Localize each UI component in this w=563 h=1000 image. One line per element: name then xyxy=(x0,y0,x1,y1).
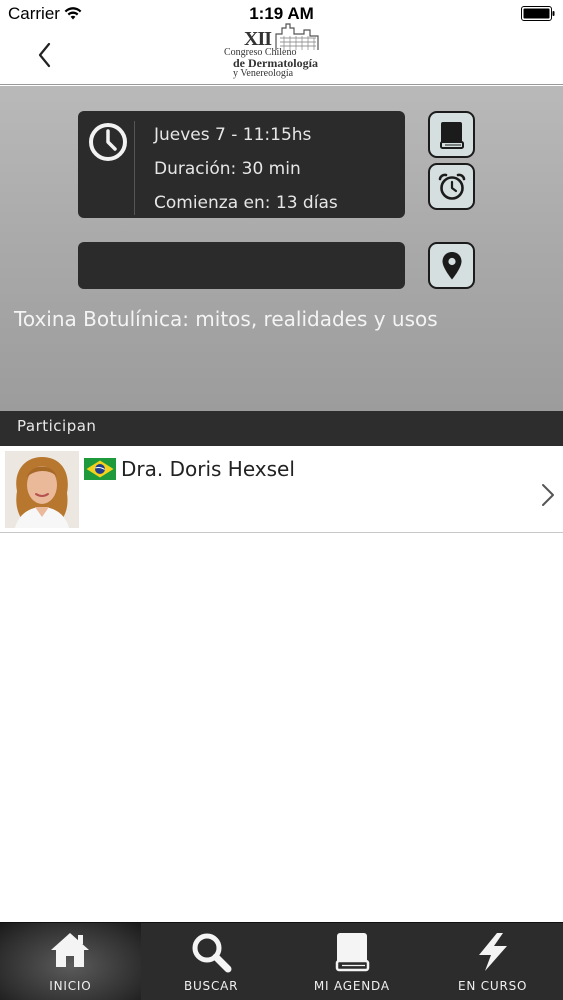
event-detail-panel: Jueves 7 - 11:15hs Duración: 30 min Comi… xyxy=(0,86,563,411)
status-time: 1:19 AM xyxy=(249,4,314,23)
congress-logo: XII Congreso Chileno de Dermatología y V… xyxy=(222,22,332,82)
tab-mi-agenda-label: MI AGENDA xyxy=(313,979,390,993)
book-icon xyxy=(335,933,370,972)
tab-inicio-label: INICIO xyxy=(49,979,92,993)
book-icon xyxy=(439,121,464,149)
schedule-info-box: Jueves 7 - 11:15hs Duración: 30 min Comi… xyxy=(78,111,405,218)
tab-en-curso-label: EN CURSO xyxy=(457,979,528,993)
event-duration: Duración: 30 min xyxy=(154,159,301,179)
event-day-time: Jueves 7 - 11:15hs xyxy=(154,125,312,145)
battery-icon xyxy=(521,6,555,21)
lightning-icon xyxy=(478,933,507,971)
location-box xyxy=(78,242,405,289)
alarm-clock-icon xyxy=(438,173,465,200)
show-location-button[interactable] xyxy=(428,242,475,289)
home-icon xyxy=(51,933,90,967)
chevron-right-icon xyxy=(542,484,554,506)
set-reminder-button[interactable] xyxy=(428,163,475,210)
tab-bar: INICIO BUSCAR MI AGENDA EN CURSO xyxy=(0,922,563,1000)
navigation-bar: XII Congreso Chileno de Dermatología y V… xyxy=(0,23,563,85)
info-divider xyxy=(134,121,135,215)
add-to-agenda-button[interactable] xyxy=(428,111,475,158)
event-title: Toxina Botulínica: mitos, realidades y u… xyxy=(14,307,438,331)
clock-icon xyxy=(89,123,127,161)
search-icon xyxy=(192,933,232,973)
tab-mi-agenda[interactable]: MI AGENDA xyxy=(282,923,423,1000)
tab-inicio[interactable]: INICIO xyxy=(0,923,141,1000)
avatar xyxy=(5,451,79,528)
event-starts-in: Comienza en: 13 días xyxy=(154,193,338,213)
back-button[interactable] xyxy=(30,38,60,72)
participants-label: Participan xyxy=(17,417,97,435)
participant-row[interactable]: Dra. Doris Hexsel xyxy=(0,446,563,533)
participant-name: Dra. Doris Hexsel xyxy=(121,457,295,481)
brazil-flag-icon xyxy=(84,458,116,480)
location-pin-icon xyxy=(442,251,461,279)
participants-section-header: Participan xyxy=(0,411,563,446)
tab-en-curso[interactable]: EN CURSO xyxy=(422,923,563,1000)
logo-text-line-3: y Venereología xyxy=(233,68,294,79)
tab-buscar[interactable]: BUSCAR xyxy=(141,923,282,1000)
tab-buscar-label: BUSCAR xyxy=(183,979,239,993)
